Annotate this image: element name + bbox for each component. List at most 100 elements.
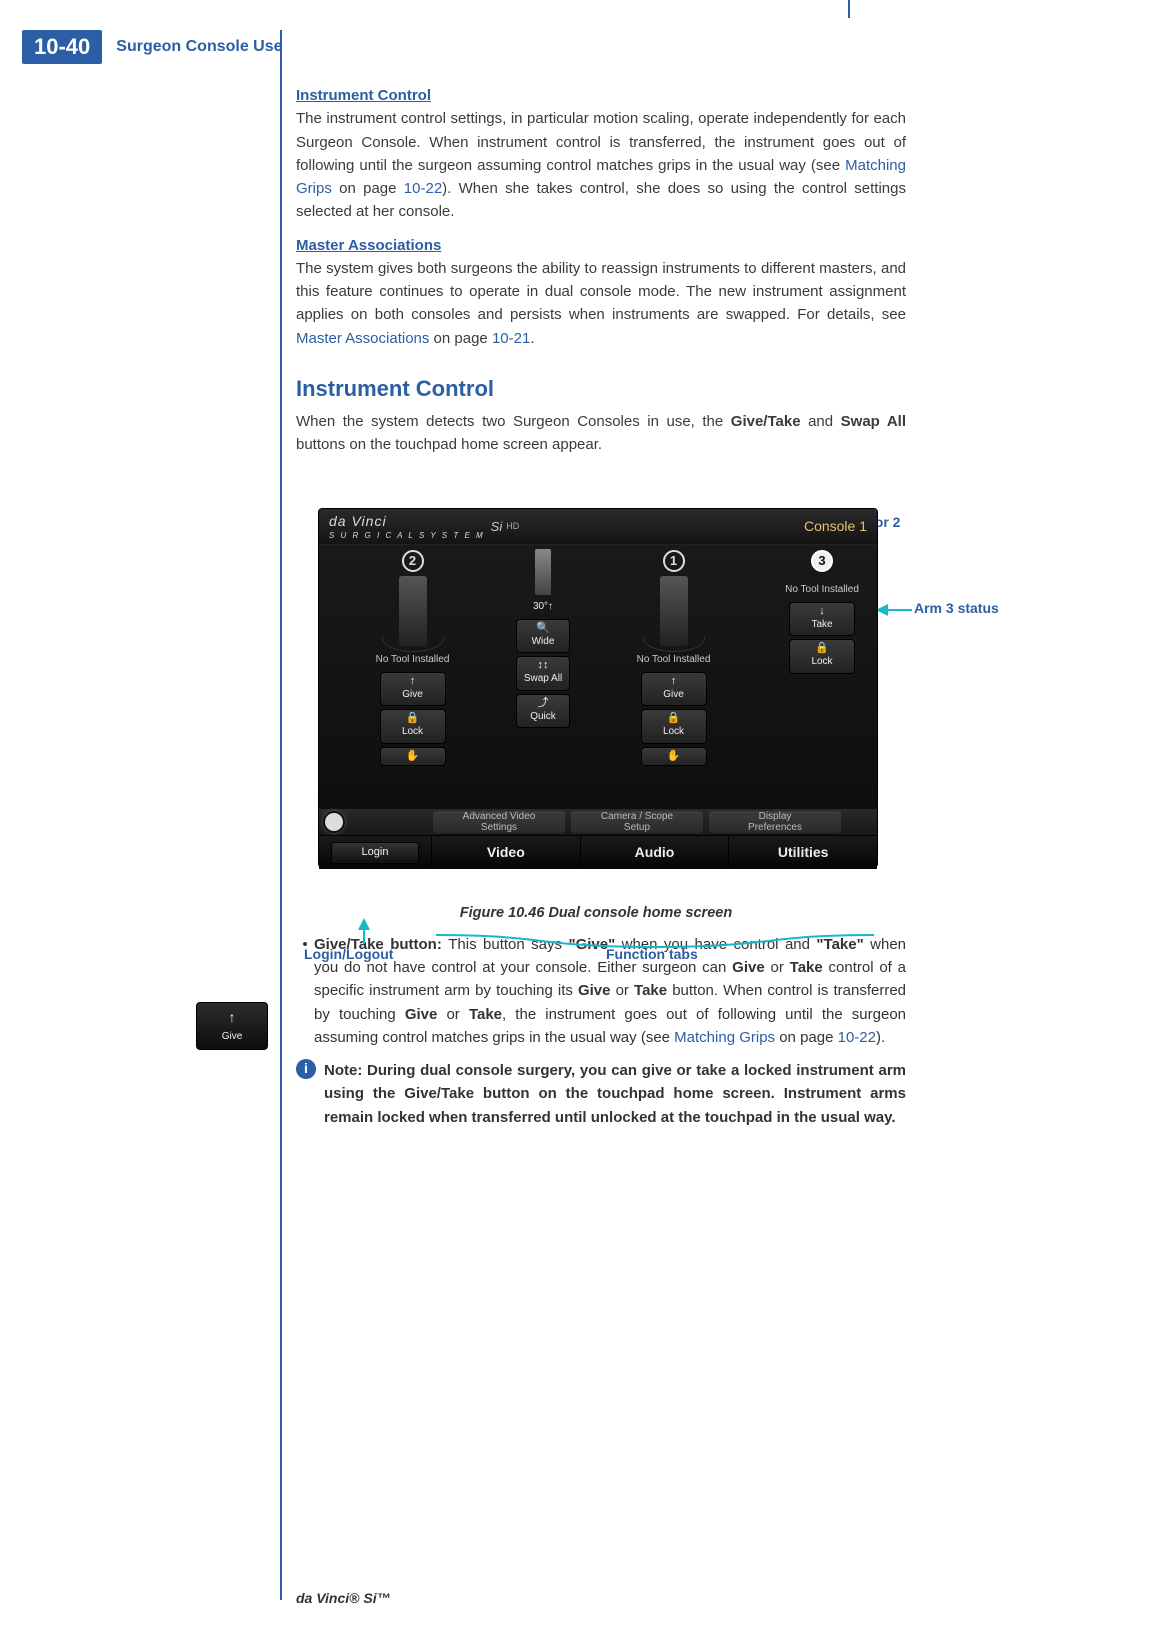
label: Camera / Scope Setup bbox=[601, 811, 673, 833]
text: on page bbox=[332, 180, 404, 197]
subtab-display-prefs[interactable]: Display Preferences bbox=[709, 811, 841, 833]
text: Give bbox=[578, 982, 611, 999]
callout-arm3-status: Arm 3 status bbox=[914, 598, 999, 620]
text: . bbox=[530, 330, 534, 347]
hand-icon: ✋ bbox=[381, 751, 445, 762]
logo-davinci: da Vinci S U R G I C A L S Y S T E M bbox=[329, 511, 485, 543]
hand-icon: ✋ bbox=[642, 751, 706, 762]
page-header: 10-40 Surgeon Console Use bbox=[22, 30, 283, 64]
arm-1-lock-button[interactable]: 🔒 Lock bbox=[641, 709, 707, 744]
arm-2-badge: 2 bbox=[402, 550, 424, 572]
section-title: Surgeon Console Use bbox=[116, 38, 282, 56]
touchscreen-header: da Vinci S U R G I C A L S Y S T E M Si … bbox=[319, 509, 877, 545]
tab-audio[interactable]: Audio bbox=[580, 836, 729, 869]
arm-3-badge: 3 bbox=[811, 550, 833, 572]
callout-function-tabs: Function tabs bbox=[606, 944, 698, 966]
text: The instrument control settings, in part… bbox=[296, 110, 906, 174]
tab-utilities[interactable]: Utilities bbox=[728, 836, 877, 869]
link-master-associations[interactable]: Master Associations bbox=[296, 330, 429, 347]
heading-instrument-control-small: Instrument Control bbox=[296, 84, 906, 107]
text: The system gives both surgeons the abili… bbox=[296, 260, 906, 324]
scope-angle: 30°↑ bbox=[506, 599, 580, 615]
arm-1-no-tool: No Tool Installed bbox=[580, 652, 767, 668]
para-master-associations: The system gives both surgeons the abili… bbox=[296, 257, 906, 350]
label: Give bbox=[222, 1029, 243, 1045]
text: Take bbox=[790, 959, 823, 976]
text: Give bbox=[732, 959, 765, 976]
margin-rule bbox=[280, 30, 282, 1600]
label: Lock bbox=[402, 726, 423, 737]
tab-video[interactable]: Video bbox=[431, 836, 580, 869]
up-arrow-icon: ↑ bbox=[642, 676, 706, 687]
console-indicator: Console 1 bbox=[804, 516, 867, 538]
arm-2-lock-button[interactable]: 🔒 Lock bbox=[380, 709, 446, 744]
arm-2-no-tool: No Tool Installed bbox=[319, 652, 506, 668]
link-matching-grips-2[interactable]: Matching Grips bbox=[674, 1029, 775, 1046]
heading-master-associations: Master Associations bbox=[296, 234, 906, 257]
lock-icon: 🔒 bbox=[642, 713, 706, 724]
text: Give bbox=[405, 1006, 438, 1023]
subtab-advanced-video[interactable]: Advanced Video Settings bbox=[433, 811, 565, 833]
brightness-icon[interactable] bbox=[325, 813, 343, 831]
arm-2-hand-button[interactable]: ✋ bbox=[380, 747, 446, 766]
link-page-10-22-b[interactable]: 10-22 bbox=[838, 1029, 876, 1046]
arm-3-lock-button[interactable]: 🔒Lock bbox=[789, 639, 855, 674]
quick-button[interactable]: ⤴Quick bbox=[516, 694, 570, 729]
lock-icon: 🔒 bbox=[381, 713, 445, 724]
tab-login-area: Login bbox=[319, 836, 431, 869]
label: Advanced Video Settings bbox=[463, 811, 536, 833]
text-give-take: Give/Take bbox=[731, 413, 801, 430]
footer-product-name: da Vinci® Si™ bbox=[296, 1590, 391, 1606]
arm-2-column: 2 No Tool Installed ↑Give 🔒 Lock ✋ bbox=[319, 545, 506, 809]
text: Take bbox=[469, 1006, 502, 1023]
info-icon: i bbox=[296, 1059, 316, 1079]
figure-caption: Figure 10.46 Dual console home screen bbox=[296, 902, 896, 924]
magnify-icon: 🔍 bbox=[517, 623, 569, 634]
text: or bbox=[437, 1006, 469, 1023]
arm-1-tool-icon bbox=[660, 576, 688, 646]
label: Wide bbox=[532, 636, 555, 647]
label: Login bbox=[362, 844, 389, 861]
arm-3-take-button[interactable]: ↓Take bbox=[789, 602, 855, 637]
arm-2-tool-icon bbox=[399, 576, 427, 646]
touchscreen-body: 2 No Tool Installed ↑Give 🔒Lock ✋ 30°↑ 🔍… bbox=[319, 545, 877, 809]
text: and bbox=[801, 413, 841, 430]
text: Take bbox=[634, 982, 667, 999]
arm-1-hand-button[interactable]: ✋ bbox=[641, 747, 707, 766]
note-text: Note: During dual console surgery, you c… bbox=[324, 1059, 906, 1129]
down-arrow-icon: ↓ bbox=[790, 606, 854, 617]
text-swap-all: Swap All bbox=[841, 413, 906, 430]
label: Swap All bbox=[524, 673, 562, 684]
note-dual-console: i Note: During dual console surgery, you… bbox=[296, 1059, 906, 1129]
text: on page bbox=[429, 330, 492, 347]
up-arrow-icon: ↑ bbox=[229, 1007, 236, 1029]
logo-hd: HD bbox=[506, 520, 519, 534]
touchscreen: da Vinci S U R G I C A L S Y S T E M Si … bbox=[318, 508, 878, 868]
touchscreen-subtabs: Advanced Video Settings Camera / Scope S… bbox=[319, 809, 877, 835]
para-give-take-intro: When the system detects two Surgeon Cons… bbox=[296, 410, 906, 457]
text: When the system detects two Surgeon Cons… bbox=[296, 413, 731, 430]
quick-icon: ⤴ bbox=[517, 698, 569, 709]
label: Display Preferences bbox=[748, 811, 802, 833]
text: or bbox=[765, 959, 790, 976]
arm-1-give-button[interactable]: ↑ Give bbox=[641, 672, 707, 707]
link-page-10-22[interactable]: 10-22 bbox=[404, 180, 442, 197]
text: buttons on the touchpad home screen appe… bbox=[296, 436, 602, 453]
give-button-thumbnail: ↑ Give bbox=[196, 1002, 268, 1050]
scope-magnification-button[interactable]: 🔍 Wide bbox=[516, 619, 570, 654]
label: Lock bbox=[811, 656, 832, 667]
label: Give bbox=[663, 689, 684, 700]
logo-subtext: S U R G I C A L S Y S T E M bbox=[329, 530, 485, 542]
arm-2-give-button[interactable]: ↑Give bbox=[380, 672, 446, 707]
logo-text: da Vinci bbox=[329, 513, 387, 529]
login-button[interactable]: Login bbox=[331, 842, 419, 864]
label: Lock bbox=[663, 726, 684, 737]
swap-all-button[interactable]: ↕↕ Swap All bbox=[516, 656, 570, 691]
arm-3-column: 3 No Tool Installed ↓Take 🔒Lock bbox=[767, 545, 877, 809]
arm-1-column: 1 No Tool Installed ↑Give 🔒Lock ✋ bbox=[580, 545, 767, 809]
label: Give bbox=[402, 689, 423, 700]
subtab-camera-scope[interactable]: Camera / Scope Setup bbox=[571, 811, 703, 833]
link-page-10-21[interactable]: 10-21 bbox=[492, 330, 530, 347]
swap-icon: ↕↕ bbox=[517, 660, 569, 671]
scope-icon bbox=[535, 549, 551, 595]
